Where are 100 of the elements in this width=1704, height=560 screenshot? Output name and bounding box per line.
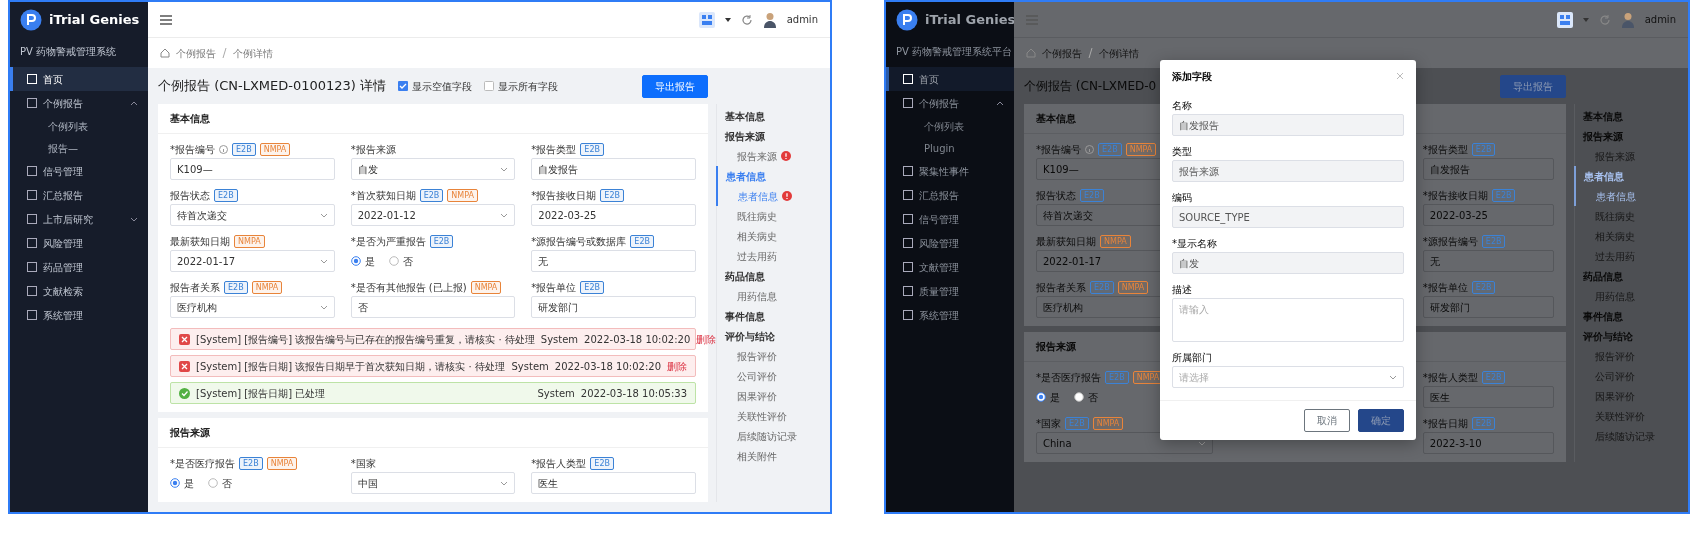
input-field[interactable]: 医生 <box>1422 386 1554 408</box>
field-label: 最新获知日期 <box>1036 234 1096 249</box>
confirm-button[interactable]: 确定 <box>1358 409 1404 432</box>
input-field[interactable]: 研发部门 <box>1422 296 1554 318</box>
input-field[interactable]: 医生 <box>531 472 696 494</box>
anchor-link[interactable]: 报告评价 <box>717 346 820 366</box>
menu-item[interactable]: 信号管理 <box>10 159 148 183</box>
delete-link[interactable]: 删除 <box>696 331 717 347</box>
menu-item[interactable]: 汇总报告 <box>886 183 1014 207</box>
radio-button[interactable] <box>1074 392 1084 402</box>
grid-icon[interactable] <box>1556 11 1573 28</box>
close-icon[interactable] <box>1396 72 1404 80</box>
radio-button[interactable] <box>388 256 399 266</box>
menu-item[interactable]: 风险管理 <box>10 231 148 255</box>
anchor-link[interactable]: 患者信息 <box>1574 166 1678 186</box>
home-icon[interactable] <box>160 48 170 58</box>
grid-icon[interactable] <box>698 11 715 28</box>
tag: E2B <box>1090 280 1114 294</box>
tag: NMPA <box>1117 280 1149 294</box>
menu-item[interactable]: 汇总报告 <box>10 183 148 207</box>
radio-button[interactable] <box>350 256 361 266</box>
anchor-link[interactable]: 因果评价 <box>717 386 820 406</box>
menu-item[interactable]: 首页 <box>10 67 148 91</box>
checkbox[interactable] <box>398 81 409 91</box>
breadcrumb-item[interactable]: 个例报告 <box>176 45 216 61</box>
input-field[interactable]: 自发报告 <box>531 158 696 180</box>
menu-item[interactable]: 质量管理 <box>886 279 1014 303</box>
breadcrumb-item[interactable]: 个例详情 <box>233 45 273 61</box>
tag: E2B <box>232 142 256 156</box>
submenu-item[interactable]: Plugin <box>886 137 1014 159</box>
input-field[interactable]: 自发报告 <box>1422 158 1554 180</box>
anchor-link[interactable]: 既往病史 <box>717 206 820 226</box>
breadcrumb-item[interactable]: 个例详情 <box>1099 45 1139 61</box>
refresh-icon[interactable] <box>740 13 753 26</box>
menu-item[interactable]: 上市后研究 <box>10 207 148 231</box>
anchor-link[interactable]: 过去用药 <box>717 246 820 266</box>
dropdown-field[interactable]: 2022-01-17 <box>170 250 335 272</box>
tag: NMPA <box>259 142 291 156</box>
submenu-item[interactable]: 个例列表 <box>10 115 148 137</box>
page-icon <box>903 310 913 320</box>
input-field[interactable]: 2022-03-25 <box>1422 204 1554 226</box>
anchor-link[interactable]: 患者信息 <box>1574 186 1678 206</box>
radio-button[interactable] <box>1036 392 1046 402</box>
cancel-button[interactable]: 取消 <box>1304 409 1350 432</box>
menu-item[interactable]: 个例报告 <box>10 91 148 115</box>
menu-item[interactable]: 系统管理 <box>10 303 148 327</box>
menu-item[interactable]: 信号管理 <box>886 207 1014 231</box>
dropdown-field[interactable]: 自发 <box>350 158 516 180</box>
anchor-link[interactable]: 患者信息 <box>716 166 820 186</box>
anchor-link[interactable]: 用药信息 <box>717 286 820 306</box>
radio-button[interactable] <box>208 478 218 488</box>
avatar-icon[interactable] <box>1620 11 1635 28</box>
caret-icon[interactable] <box>724 17 731 22</box>
anchor-link[interactable]: 基本信息 <box>717 106 820 126</box>
anchor-link[interactable]: 关联性评价 <box>717 406 820 426</box>
input-field[interactable]: 无 <box>1422 250 1554 272</box>
input-field[interactable]: 否 <box>350 296 516 318</box>
input-field[interactable]: 2022-03-25 <box>531 204 696 226</box>
export-button[interactable]: 导出报告 <box>1500 74 1566 98</box>
user-name[interactable]: admin <box>1644 12 1676 27</box>
export-button[interactable]: 导出报告 <box>642 74 708 98</box>
dropdown-field[interactable]: 医疗机构 <box>170 296 335 318</box>
menu-item[interactable]: 文献管理 <box>886 255 1014 279</box>
checkbox[interactable] <box>484 81 495 91</box>
menu-item[interactable]: 聚集性事件 <box>886 159 1014 183</box>
input-field[interactable]: 2022-3-10 <box>1422 432 1554 454</box>
avatar-icon[interactable] <box>762 11 777 28</box>
tag: E2B <box>1471 142 1496 156</box>
anchor-link[interactable]: 报告来源 <box>717 146 820 166</box>
input-field[interactable]: 无 <box>531 250 696 272</box>
input-field[interactable]: K109— <box>170 158 335 180</box>
dropdown-field[interactable]: 待首次递交 <box>170 204 335 226</box>
menu-icon[interactable] <box>160 14 172 25</box>
anchor-link[interactable]: 相关病史 <box>717 226 820 246</box>
menu-item[interactable]: 系统管理 <box>886 303 1014 327</box>
anchor-link[interactable]: 后续随访记录 <box>717 426 820 446</box>
menu-item[interactable]: 药品管理 <box>10 255 148 279</box>
radio-button[interactable] <box>170 478 180 488</box>
input-field[interactable]: 研发部门 <box>531 296 696 318</box>
anchor-link[interactable]: 报告来源 <box>717 126 820 146</box>
anchor-link[interactable]: 患者信息 <box>716 186 820 206</box>
anchor-link[interactable]: 药品信息 <box>717 266 820 286</box>
menu-item[interactable]: 个例报告 <box>886 91 1014 115</box>
anchor-link[interactable]: 公司评价 <box>717 366 820 386</box>
field-label: 报告状态 <box>1036 188 1076 203</box>
breadcrumb-item[interactable]: 个例报告 <box>1042 45 1082 61</box>
delete-link[interactable]: 删除 <box>667 358 687 374</box>
dropdown-field[interactable]: 2022-01-12 <box>350 204 516 226</box>
submenu-item[interactable]: 报告— <box>10 137 148 159</box>
menu-item[interactable]: 文献检索 <box>10 279 148 303</box>
field-label: *报告人类型 <box>1422 370 1478 385</box>
menu-item[interactable]: 首页 <box>886 67 1014 91</box>
user-name[interactable]: admin <box>786 12 818 27</box>
submenu-item[interactable]: 个例列表 <box>886 115 1014 137</box>
dropdown-field[interactable]: 中国 <box>350 472 516 494</box>
anchor-link[interactable]: 相关附件 <box>717 446 820 466</box>
page-icon <box>903 286 913 296</box>
anchor-link[interactable]: 评价与结论 <box>717 326 820 346</box>
menu-item[interactable]: 风险管理 <box>886 231 1014 255</box>
anchor-link[interactable]: 事件信息 <box>717 306 820 326</box>
